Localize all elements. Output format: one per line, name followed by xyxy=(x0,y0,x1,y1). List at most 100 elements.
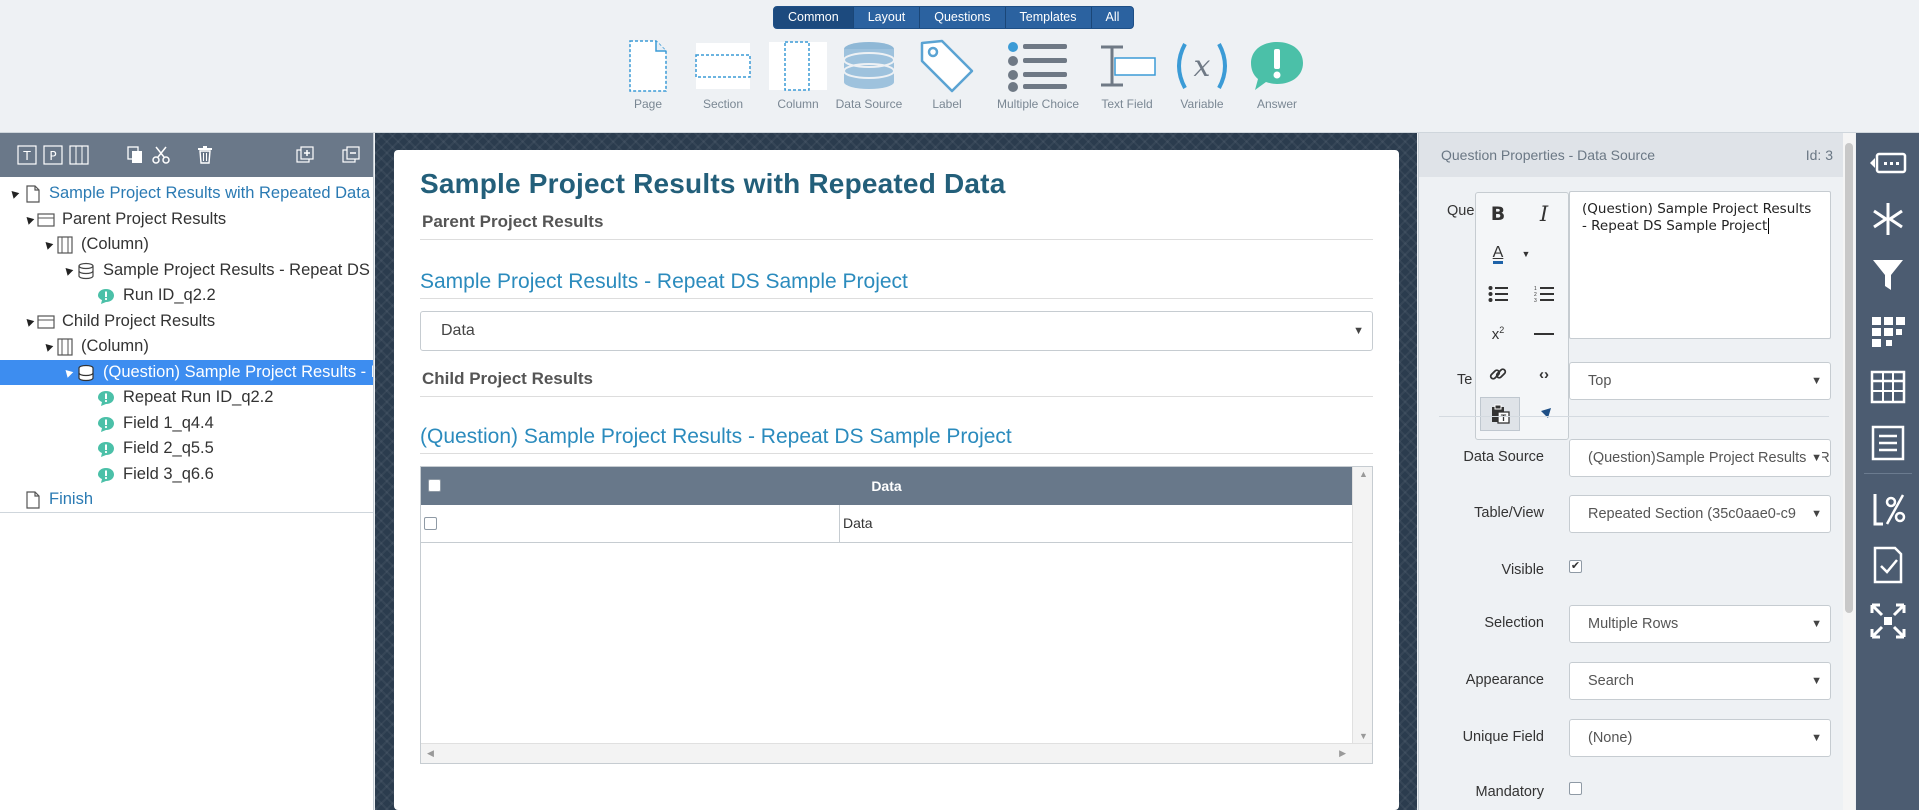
unique-field-select[interactable]: (None) ▼ xyxy=(1569,719,1831,757)
columns-block-icon[interactable] xyxy=(68,144,90,166)
collapse-triangle-icon[interactable] xyxy=(23,315,35,327)
paragraph-block-icon[interactable]: P xyxy=(42,144,64,166)
scroll-down-icon[interactable]: ▼ xyxy=(1359,731,1368,741)
properties-panel: Question Properties - Data Source Id: 3 … xyxy=(1418,133,1855,810)
formula-button[interactable] xyxy=(1856,481,1919,537)
font-color-icon[interactable]: A xyxy=(1478,237,1518,271)
collapse-triangle-icon[interactable] xyxy=(23,213,35,225)
vertical-scrollbar[interactable]: ▲ ▼ xyxy=(1352,467,1372,743)
mandatory-checkbox[interactable] xyxy=(1569,782,1582,795)
filter-icon xyxy=(1872,260,1903,290)
collapse-all-icon[interactable] xyxy=(340,144,362,166)
source-code-icon[interactable]: ‹› xyxy=(1524,357,1564,391)
italic-icon[interactable]: I xyxy=(1524,197,1564,231)
table-view-select[interactable]: Repeated Section (35c0aae0-c9 ▼ xyxy=(1569,495,1831,533)
section-title-child[interactable]: Child Project Results xyxy=(420,369,1373,397)
filter-button[interactable] xyxy=(1856,247,1919,303)
cut-icon[interactable] xyxy=(150,144,172,166)
collapse-triangle-icon[interactable] xyxy=(8,188,20,199)
tools-sidebar xyxy=(1856,133,1919,810)
link-icon[interactable] xyxy=(1478,357,1518,391)
properties-button[interactable] xyxy=(1856,135,1919,191)
tab-templates[interactable]: Templates xyxy=(1006,7,1092,28)
question-dropdown[interactable]: Data ▼ xyxy=(420,311,1373,351)
tree-node-answer[interactable]: Run ID_q2.2 xyxy=(0,283,373,309)
scroll-right-icon[interactable]: ▶ xyxy=(1339,748,1346,759)
text-position-select[interactable]: Top ▼ xyxy=(1569,362,1831,400)
tab-common[interactable]: Common xyxy=(774,7,854,28)
data-source-select[interactable]: (Question)Sample Project Results - Repea… xyxy=(1569,439,1831,477)
text-block-icon[interactable]: T xyxy=(16,144,38,166)
table-row[interactable]: Data xyxy=(421,505,1352,543)
question-title-selected[interactable]: (Question) Sample Project Results - Repe… xyxy=(420,425,1373,454)
document-button[interactable] xyxy=(1856,415,1919,471)
scroll-left-icon[interactable]: ◀ xyxy=(427,748,434,759)
tool-data-source[interactable]: Data Source xyxy=(829,33,909,111)
tool-section[interactable]: Section xyxy=(683,33,763,111)
column-icon xyxy=(769,41,827,91)
collapse-triangle-icon[interactable] xyxy=(62,264,74,276)
horizontal-rule-icon[interactable] xyxy=(1524,317,1564,351)
horizontal-scrollbar[interactable]: ◀ ▶ xyxy=(421,743,1372,763)
paste-text-icon[interactable]: T xyxy=(1480,397,1520,431)
routing-button[interactable] xyxy=(1856,191,1919,247)
page-title[interactable]: Sample Project Results with Repeated Dat… xyxy=(420,168,1373,200)
properties-scrollbar[interactable] xyxy=(1843,133,1855,810)
tree-node-answer[interactable]: Repeat Run ID_q2.2 xyxy=(0,385,373,411)
tab-questions[interactable]: Questions xyxy=(920,7,1006,28)
svg-text:3: 3 xyxy=(1534,298,1537,303)
delete-icon[interactable] xyxy=(194,144,216,166)
tree-node-page[interactable]: Sample Project Results with Repeated Dat… xyxy=(0,181,373,207)
reference-button[interactable] xyxy=(1856,537,1919,593)
tree-node-data-source[interactable]: Sample Project Results - Repeat DS Sampl… xyxy=(0,258,373,284)
tree-node-section[interactable]: Child Project Results xyxy=(0,309,373,335)
section-icon xyxy=(695,43,751,89)
scrollbar-thumb[interactable] xyxy=(1845,143,1853,613)
tool-text-field[interactable]: Text Field xyxy=(1087,33,1167,111)
copy-icon[interactable] xyxy=(124,144,146,166)
tree-node-answer[interactable]: Field 2_q5.5 xyxy=(0,436,373,462)
tab-all[interactable]: All xyxy=(1092,7,1134,28)
tree-node-data-source-selected[interactable]: (Question) Sample Project Results - Repe… xyxy=(0,359,373,385)
question-title-repeat-ds[interactable]: Sample Project Results - Repeat DS Sampl… xyxy=(420,270,1373,299)
font-color-dropdown-icon[interactable]: ▼ xyxy=(1514,237,1538,271)
scroll-up-icon[interactable]: ▲ xyxy=(1359,469,1368,479)
bold-icon[interactable]: B xyxy=(1478,197,1518,231)
appearance-label: Appearance xyxy=(1465,672,1544,688)
numbered-list-icon[interactable]: 123 xyxy=(1524,277,1564,311)
tab-layout[interactable]: Layout xyxy=(854,7,921,28)
grid-header-label: Data xyxy=(871,478,902,494)
expand-all-icon[interactable] xyxy=(294,144,316,166)
collapse-triangle-icon[interactable] xyxy=(42,239,54,250)
bullet-list-icon[interactable] xyxy=(1478,277,1518,311)
tool-variable[interactable]: x Variable xyxy=(1162,33,1242,111)
tool-column[interactable]: Column xyxy=(758,33,838,111)
appearance-select[interactable]: Search ▼ xyxy=(1569,662,1831,700)
selection-select[interactable]: Multiple Rows ▼ xyxy=(1569,605,1831,643)
anchor-icon[interactable] xyxy=(1524,397,1564,431)
dropdown-value: Data xyxy=(441,322,475,339)
visible-checkbox[interactable]: ✔ xyxy=(1569,560,1582,573)
tree-node-answer[interactable]: Field 1_q4.4 xyxy=(0,411,373,437)
data-source-label: Data Source xyxy=(1463,449,1544,465)
tree-node-section[interactable]: Parent Project Results xyxy=(0,207,373,233)
chevron-down-icon: ▼ xyxy=(1807,720,1822,756)
tool-answer[interactable]: Answer xyxy=(1237,33,1317,111)
tree-node-answer[interactable]: Field 3_q6.6 xyxy=(0,462,373,488)
tree-node-column[interactable]: (Column) xyxy=(0,232,373,258)
tree-node-column[interactable]: (Column) xyxy=(0,334,373,360)
table-button[interactable] xyxy=(1856,359,1919,415)
row-checkbox[interactable] xyxy=(424,517,437,530)
section-title-parent[interactable]: Parent Project Results xyxy=(420,212,1373,240)
mapping-button[interactable] xyxy=(1856,303,1919,359)
superscript-icon[interactable]: x2 xyxy=(1478,317,1518,351)
expand-button[interactable] xyxy=(1856,593,1919,649)
collapse-triangle-icon[interactable] xyxy=(42,341,54,352)
collapse-triangle-icon[interactable] xyxy=(62,366,74,378)
tree-node-finish[interactable]: Finish xyxy=(0,487,373,513)
tool-page[interactable]: Page xyxy=(608,33,688,111)
tool-multiple-choice[interactable]: Multiple Choice xyxy=(997,33,1079,111)
question-text-editor[interactable]: (Question) Sample Project Results - Repe… xyxy=(1569,191,1831,339)
tool-label[interactable]: Label xyxy=(907,33,987,111)
svg-text:T: T xyxy=(1501,413,1507,423)
